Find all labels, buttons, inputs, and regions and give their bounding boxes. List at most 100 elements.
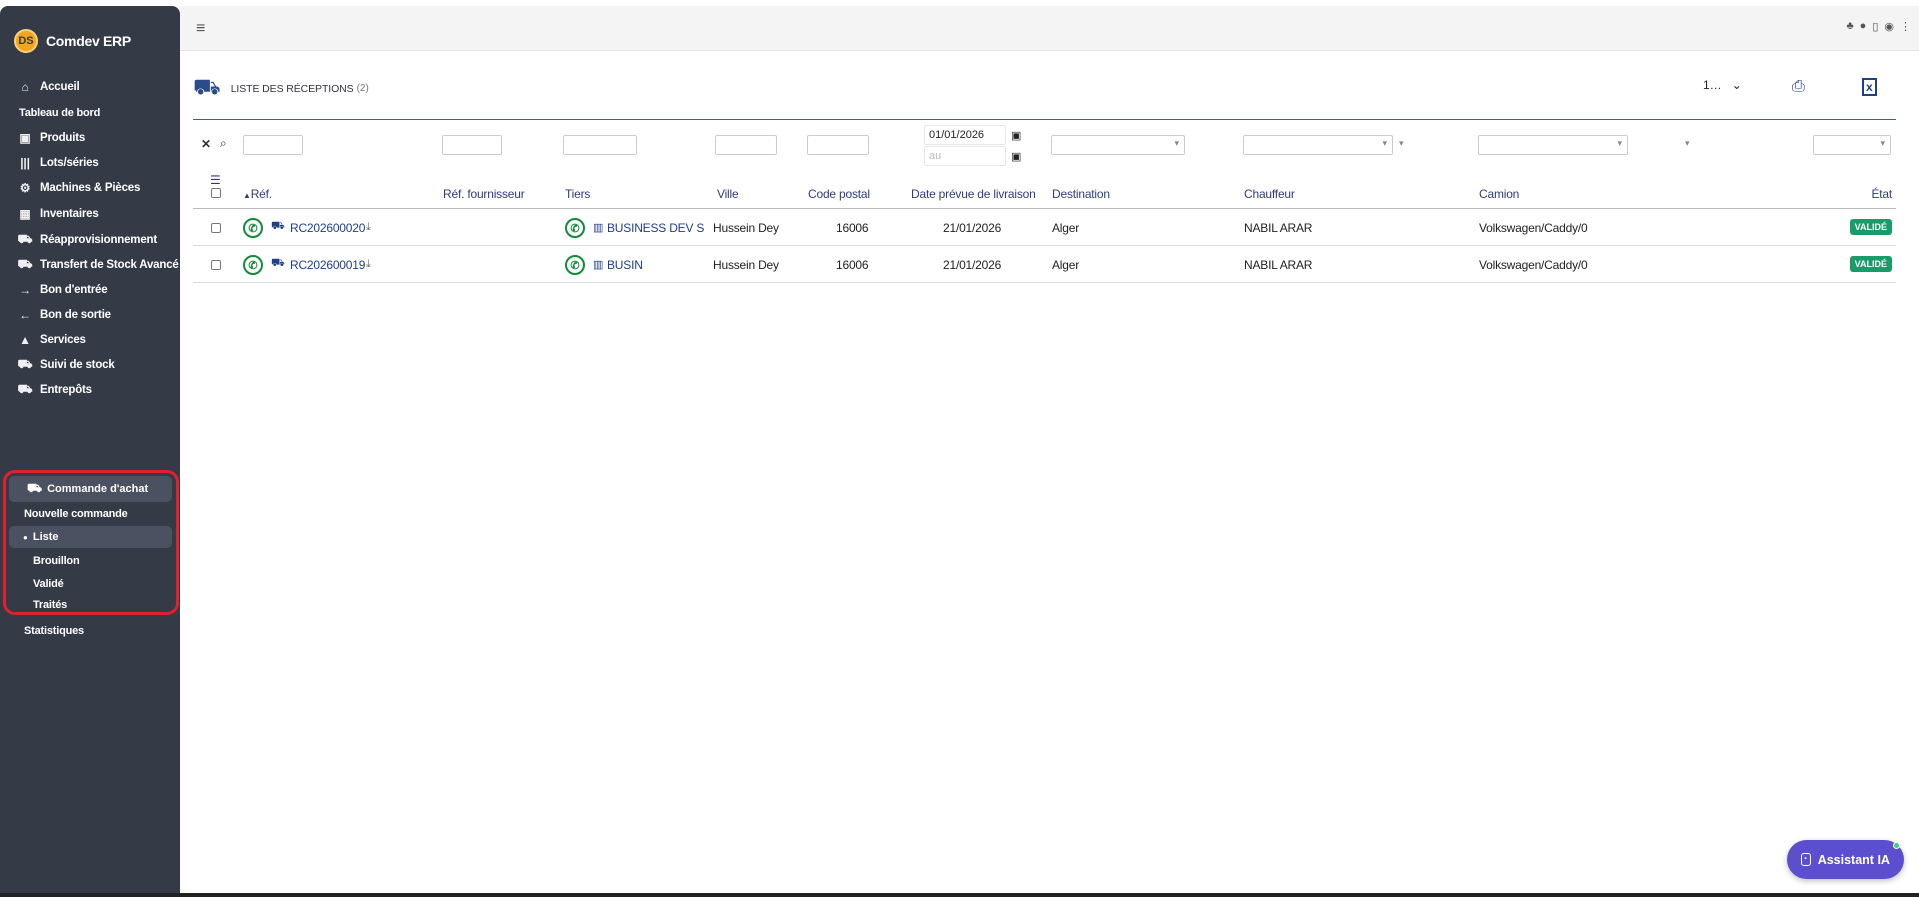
sidebar-item-produits[interactable]: ▣ Produits [0, 127, 180, 149]
bottom-bar [0, 893, 1919, 897]
topbar-icons: ♣ ● ▯ ◉ ⋮ [1846, 20, 1911, 33]
row-tiers-link[interactable]: BUSIN [607, 258, 705, 272]
column-header-destination[interactable]: Destination [1052, 187, 1110, 201]
sidebar-item-entrepots[interactable]: ⛟ Entrepôts [0, 379, 180, 401]
export-excel-button[interactable]: x [1862, 78, 1877, 96]
column-header-date-livraison[interactable]: Date prévue de livraison [911, 187, 1036, 201]
row-chauffeur: NABIL ARAR [1244, 221, 1313, 235]
filter-ville-input[interactable] [715, 135, 777, 155]
row-destination: Alger [1052, 221, 1080, 235]
sort-asc-icon: ▲ [243, 191, 251, 200]
column-header-ref[interactable]: ▲Réf. [243, 187, 272, 201]
table-header: ☰ ▲Réf. Réf. fournisseur Tiers Ville Cod… [193, 173, 1896, 209]
sidebar-item-lots-series[interactable]: ||| Lots/séries [0, 152, 180, 174]
sidebar-item-label: Bon de sortie [40, 309, 111, 321]
brand-name: Comdev ERP [46, 33, 131, 49]
column-header-camion[interactable]: Camion [1479, 187, 1519, 201]
sidebar-item-label: Lots/séries [40, 157, 99, 169]
chevron-down-icon: ⌄ [1731, 78, 1742, 92]
sidebar-item-label: Accueil [40, 81, 80, 93]
table-row[interactable]: ✆ ⛟ RC202600019 ⤓ ✆ ▥ BUSIN Hussein Dey … [193, 247, 1896, 283]
sidebar-item-label: Services [40, 334, 86, 346]
table-row[interactable]: ✆ ⛟ RC202600020 ⤓ ✆ ▥ BUSINESS DEV S... … [193, 210, 1896, 246]
column-header-chauffeur[interactable]: Chauffeur [1244, 187, 1295, 201]
page-title: LISTE DES RÉCEPTIONS [230, 82, 354, 95]
row-ref-link[interactable]: RC202600020 [290, 221, 365, 235]
sidebar-sub-statistiques[interactable]: Statistiques [0, 621, 180, 641]
row-tiers-link[interactable]: BUSINESS DEV S... [607, 221, 705, 235]
whatsapp-icon[interactable]: ✆ [243, 255, 263, 275]
sidebar-item-tableau-de-bord[interactable]: Tableau de bord [0, 102, 180, 124]
search-icon[interactable]: ⌕ [220, 136, 227, 151]
sidebar-item-reapprovisionnement[interactable]: ⛟ Réapprovisionnement [0, 229, 180, 251]
filter-date-to-input[interactable] [924, 146, 1006, 166]
truck-icon: ⛟ [17, 382, 33, 396]
filter-destination-select[interactable] [1051, 135, 1185, 155]
sidebar-item-inventaires[interactable]: ▦ Inventaires [0, 203, 180, 225]
filter-etat-select[interactable] [1813, 135, 1891, 155]
table-divider [193, 119, 1896, 120]
assistant-label: Assistant IA [1817, 852, 1890, 867]
sidebar-item-label: Tableau de bord [19, 107, 101, 119]
sidebar-item-machines[interactable]: ⚙ Machines & Pièces [0, 177, 180, 199]
cart-icon: ⛟ [193, 74, 221, 99]
whatsapp-icon[interactable]: ✆ [243, 218, 263, 238]
row-destination: Alger [1052, 258, 1080, 272]
filter-code-postal-input[interactable] [807, 135, 869, 155]
box-icon: ▣ [19, 131, 31, 145]
notifications-icon[interactable]: ♣ [1846, 20, 1853, 33]
assistant-ia-button[interactable]: · Assistant IA [1787, 840, 1904, 879]
excel-file-icon: x [1862, 78, 1877, 96]
filter-camion-select[interactable] [1478, 135, 1628, 155]
arrow-left-icon: ← [19, 308, 31, 322]
menu-toggle-icon[interactable]: ≡ [196, 20, 205, 38]
filter-ref-fournisseur-input[interactable] [442, 135, 502, 155]
column-header-tiers[interactable]: Tiers [565, 187, 590, 201]
page-limit-select[interactable]: 1… ⌄ [1703, 78, 1742, 92]
truck-icon: ⛟ [17, 357, 33, 371]
whatsapp-icon[interactable]: ✆ [565, 255, 585, 275]
user-avatar-icon[interactable]: ◉ [1884, 20, 1894, 33]
sidebar-item-label: Entrepôts [40, 384, 92, 396]
filter-tiers-input[interactable] [563, 135, 637, 155]
sidebar: DS Comdev ERP ⌂ Accueil Tableau de bord … [0, 6, 180, 897]
print-button[interactable]: ⎙ [1792, 78, 1805, 96]
clear-filters-icon[interactable]: ✕ [201, 137, 211, 151]
clipboard-icon[interactable]: ▯ [1872, 20, 1878, 33]
download-icon[interactable]: ⤓ [366, 258, 371, 271]
calendar-icon[interactable]: ▣ [1011, 129, 1021, 142]
status-badge: VALIDÉ [1849, 256, 1892, 272]
sidebar-item-transfert-stock[interactable]: ⛟ Transfert de Stock Avancé [0, 254, 180, 276]
download-icon[interactable]: ⤓ [366, 221, 371, 234]
row-camion: Volkswagen/Caddy/0 [1479, 221, 1588, 235]
row-code-postal: 16006 [836, 221, 869, 235]
column-header-ref-fournisseur[interactable]: Réf. fournisseur [443, 187, 525, 201]
filter-chauffeur-select[interactable] [1243, 135, 1393, 155]
row-checkbox[interactable] [211, 260, 221, 270]
row-code-postal: 16006 [836, 258, 869, 272]
row-checkbox[interactable] [211, 223, 221, 233]
filter-ref-input[interactable] [243, 135, 303, 155]
column-header-etat[interactable]: État [1871, 187, 1892, 201]
sidebar-item-bon-entree[interactable]: → Bon d'entrée [0, 279, 180, 301]
column-header-ville[interactable]: Ville [717, 187, 739, 201]
column-header-code-postal[interactable]: Code postal [808, 187, 870, 201]
whatsapp-icon[interactable]: ✆ [565, 218, 585, 238]
sidebar-item-label: Machines & Pièces [40, 182, 141, 194]
chat-icon[interactable]: ● [1860, 20, 1867, 33]
filter-date-from-input[interactable] [924, 125, 1006, 145]
sidebar-item-label: Réapprovisionnement [40, 234, 157, 246]
sidebar-item-bon-sortie[interactable]: ← Bon de sortie [0, 304, 180, 326]
brand[interactable]: DS Comdev ERP [14, 28, 131, 54]
row-ref-link[interactable]: RC202600019 [290, 258, 365, 272]
status-badge: VALIDÉ [1849, 219, 1892, 235]
row-date-livraison: 21/01/2026 [943, 258, 1002, 272]
column-list-icon[interactable]: ☰ [210, 173, 221, 187]
sidebar-item-suivi-stock[interactable]: ⛟ Suivi de stock [0, 354, 180, 376]
calendar-icon[interactable]: ▣ [1011, 150, 1021, 163]
select-all-checkbox[interactable] [211, 188, 221, 198]
more-vertical-icon[interactable]: ⋮ [1900, 20, 1911, 33]
sidebar-item-accueil[interactable]: ⌂ Accueil [0, 76, 180, 98]
sidebar-item-services[interactable]: ▲ Services [0, 329, 180, 351]
arrow-right-icon: → [19, 283, 31, 297]
